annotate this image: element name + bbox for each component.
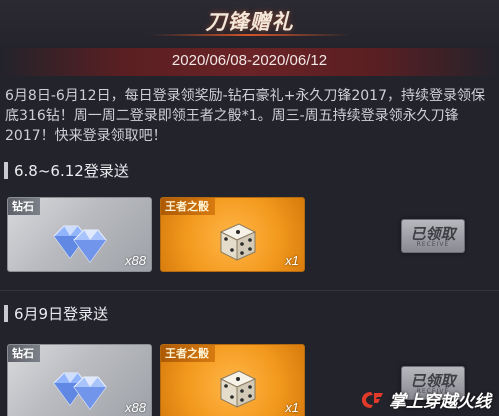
reward-count: x1: [285, 400, 299, 415]
title-underline: [150, 34, 350, 36]
event-description: 6月8日-6月12日，每日登录领奖励-钻石豪礼+永久刀锋2017，持续登录领保底…: [5, 88, 485, 144]
reward-count: x88: [125, 400, 146, 415]
section-divider: [0, 290, 499, 291]
reward-label: 王者之骰: [161, 198, 215, 215]
section-heading: 6月9日登录送: [4, 303, 108, 324]
watermark-text: 掌上穿越火线: [389, 392, 491, 412]
reward-label: 钻石: [8, 198, 40, 215]
reward-card-dice: 王者之骰 x1: [160, 197, 305, 272]
reward-card-dice: 王者之骰 x1: [160, 344, 305, 416]
section-heading: 6.8~6.12登录送: [4, 160, 129, 181]
date-range: 2020/06/08-2020/06/12: [171, 52, 328, 69]
section-title: 6月9日登录送: [14, 305, 109, 323]
section-marker: [4, 305, 8, 322]
reward-count: x1: [285, 253, 299, 268]
diamond-icon: [53, 372, 107, 410]
reward-card-diamond: 钻石 x88: [7, 197, 152, 272]
receive-button-sub: RECEIVE: [416, 241, 450, 248]
reward-label: 王者之骰: [161, 345, 215, 362]
section-title: 6.8~6.12登录送: [14, 162, 129, 180]
diamond-icon: [53, 225, 107, 263]
section-marker: [4, 162, 8, 179]
dice-icon: [219, 223, 257, 261]
reward-label: 钻石: [8, 345, 40, 362]
reward-card-diamond: 钻石 x88: [7, 344, 152, 416]
dice-icon: [219, 370, 257, 408]
cf-logo-icon: [362, 391, 383, 408]
page-title: 刀锋赠礼: [205, 10, 294, 34]
app-watermark: 掌上穿越火线: [359, 387, 491, 412]
receive-button[interactable]: 已领取 RECEIVE: [401, 219, 465, 253]
reward-count: x88: [125, 253, 146, 268]
